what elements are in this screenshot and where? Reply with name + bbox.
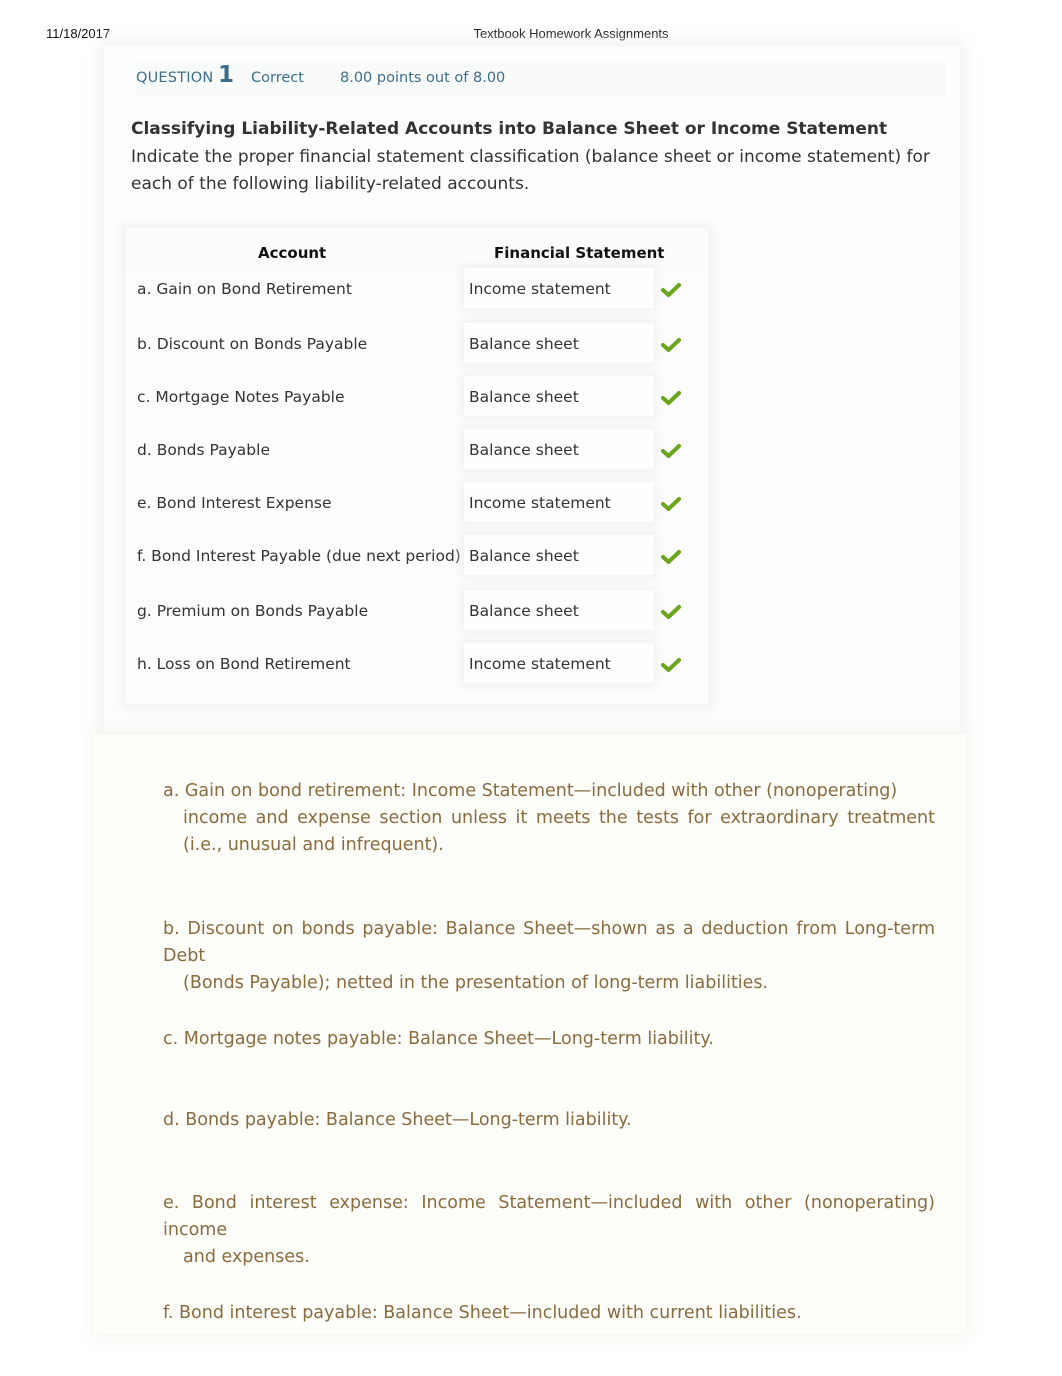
table-row: e. Bond Interest Expense Income statement <box>126 482 708 538</box>
table-row: b. Discount on Bonds Payable Balance shee… <box>126 323 708 379</box>
checkmark-icon <box>661 497 681 511</box>
explanation-first-line: b. Discount on bonds payable: Balance Sh… <box>163 919 935 966</box>
explanation-item: a. Gain on bond retirement: Income State… <box>163 778 935 859</box>
answer-table: Account Financial Statement a. Gain on B… <box>126 228 708 704</box>
statement-value[interactable]: Income statement <box>469 280 611 298</box>
explanation-first-line: e. Bond interest expense: Income Stateme… <box>163 1193 935 1240</box>
checkmark-icon <box>661 658 681 672</box>
print-header: 11/18/2017 Textbook Homework Assignments <box>0 24 1062 42</box>
checkmark-icon <box>661 550 681 564</box>
explanation-item: e. Bond interest expense: Income Stateme… <box>163 1190 935 1271</box>
statement-value[interactable]: Balance sheet <box>469 602 579 620</box>
question-number: 1 <box>218 62 235 88</box>
statement-value[interactable]: Balance sheet <box>469 441 579 459</box>
table-row: d. Bonds Payable Balance sheet <box>126 429 708 485</box>
question-card: QUESTION 1 Correct 8.00 points out of 8.… <box>104 46 960 732</box>
question-status: Correct <box>251 70 304 86</box>
account-name: d. Bonds Payable <box>137 441 270 459</box>
account-name: a. Gain on Bond Retirement <box>137 280 352 298</box>
table-row: g. Premium on Bonds Payable Balance sheet <box>126 590 708 646</box>
question-header: QUESTION 1 Correct 8.00 points out of 8.… <box>136 62 946 96</box>
table-row: h. Loss on Bond Retirement Income stateme… <box>126 643 708 699</box>
account-name: c. Mortgage Notes Payable <box>137 388 345 406</box>
account-name: b. Discount on Bonds Payable <box>137 335 368 353</box>
statement-value[interactable]: Balance sheet <box>469 547 579 565</box>
checkmark-icon <box>661 391 681 405</box>
statement-value[interactable]: Balance sheet <box>469 335 579 353</box>
explanation-first-line: a. Gain on bond retirement: Income State… <box>163 781 898 801</box>
table-row: f. Bond Interest Payable (due next perio… <box>126 535 708 591</box>
explanation-item: b. Discount on bonds payable: Balance Sh… <box>163 916 935 997</box>
question-description: Indicate the proper financial statement … <box>131 147 930 194</box>
question-label: QUESTION <box>136 70 214 86</box>
explanation-item: f. Bond interest payable: Balance Sheet—… <box>163 1300 935 1327</box>
checkmark-icon <box>661 605 681 619</box>
explanation-first-line: f. Bond interest payable: Balance Sheet—… <box>163 1303 802 1323</box>
explanation-first-line: d. Bonds payable: Balance Sheet—Long-ter… <box>163 1110 632 1130</box>
question-points: 8.00 points out of 8.00 <box>340 70 506 86</box>
column-header-financial-statement: Financial Statement <box>494 244 665 262</box>
account-name: e. Bond Interest Expense <box>137 494 332 512</box>
explanation-continuation: and expenses. <box>183 1247 310 1267</box>
account-name: g. Premium on Bonds Payable <box>137 602 369 620</box>
explanation-first-line: c. Mortgage notes payable: Balance Sheet… <box>163 1029 714 1049</box>
column-header-account: Account <box>258 244 327 262</box>
table-row: a. Gain on Bond Retirement Income stateme… <box>126 268 708 324</box>
checkmark-icon <box>661 444 681 458</box>
checkmark-icon <box>661 338 681 352</box>
question-title: Classifying Liability-Related Accounts i… <box>131 119 888 139</box>
explanation-continuation: (Bonds Payable); netted in the presentat… <box>183 973 769 993</box>
explanation-card: a. Gain on bond retirement: Income State… <box>94 734 966 1334</box>
explanation-continuation: income and expense section unless it mee… <box>183 808 935 855</box>
statement-value[interactable]: Income statement <box>469 655 611 673</box>
statement-value[interactable]: Income statement <box>469 494 611 512</box>
statement-value[interactable]: Balance sheet <box>469 388 579 406</box>
explanation-item: d. Bonds payable: Balance Sheet—Long-ter… <box>163 1107 935 1134</box>
account-name: f. Bond Interest Payable (due next perio… <box>137 547 461 565</box>
checkmark-icon <box>661 283 681 297</box>
table-row: c. Mortgage Notes Payable Balance sheet <box>126 376 708 432</box>
explanation-item: c. Mortgage notes payable: Balance Sheet… <box>163 1026 935 1053</box>
account-name: h. Loss on Bond Retirement <box>137 655 351 673</box>
print-title: Textbook Homework Assignments <box>473 26 669 41</box>
